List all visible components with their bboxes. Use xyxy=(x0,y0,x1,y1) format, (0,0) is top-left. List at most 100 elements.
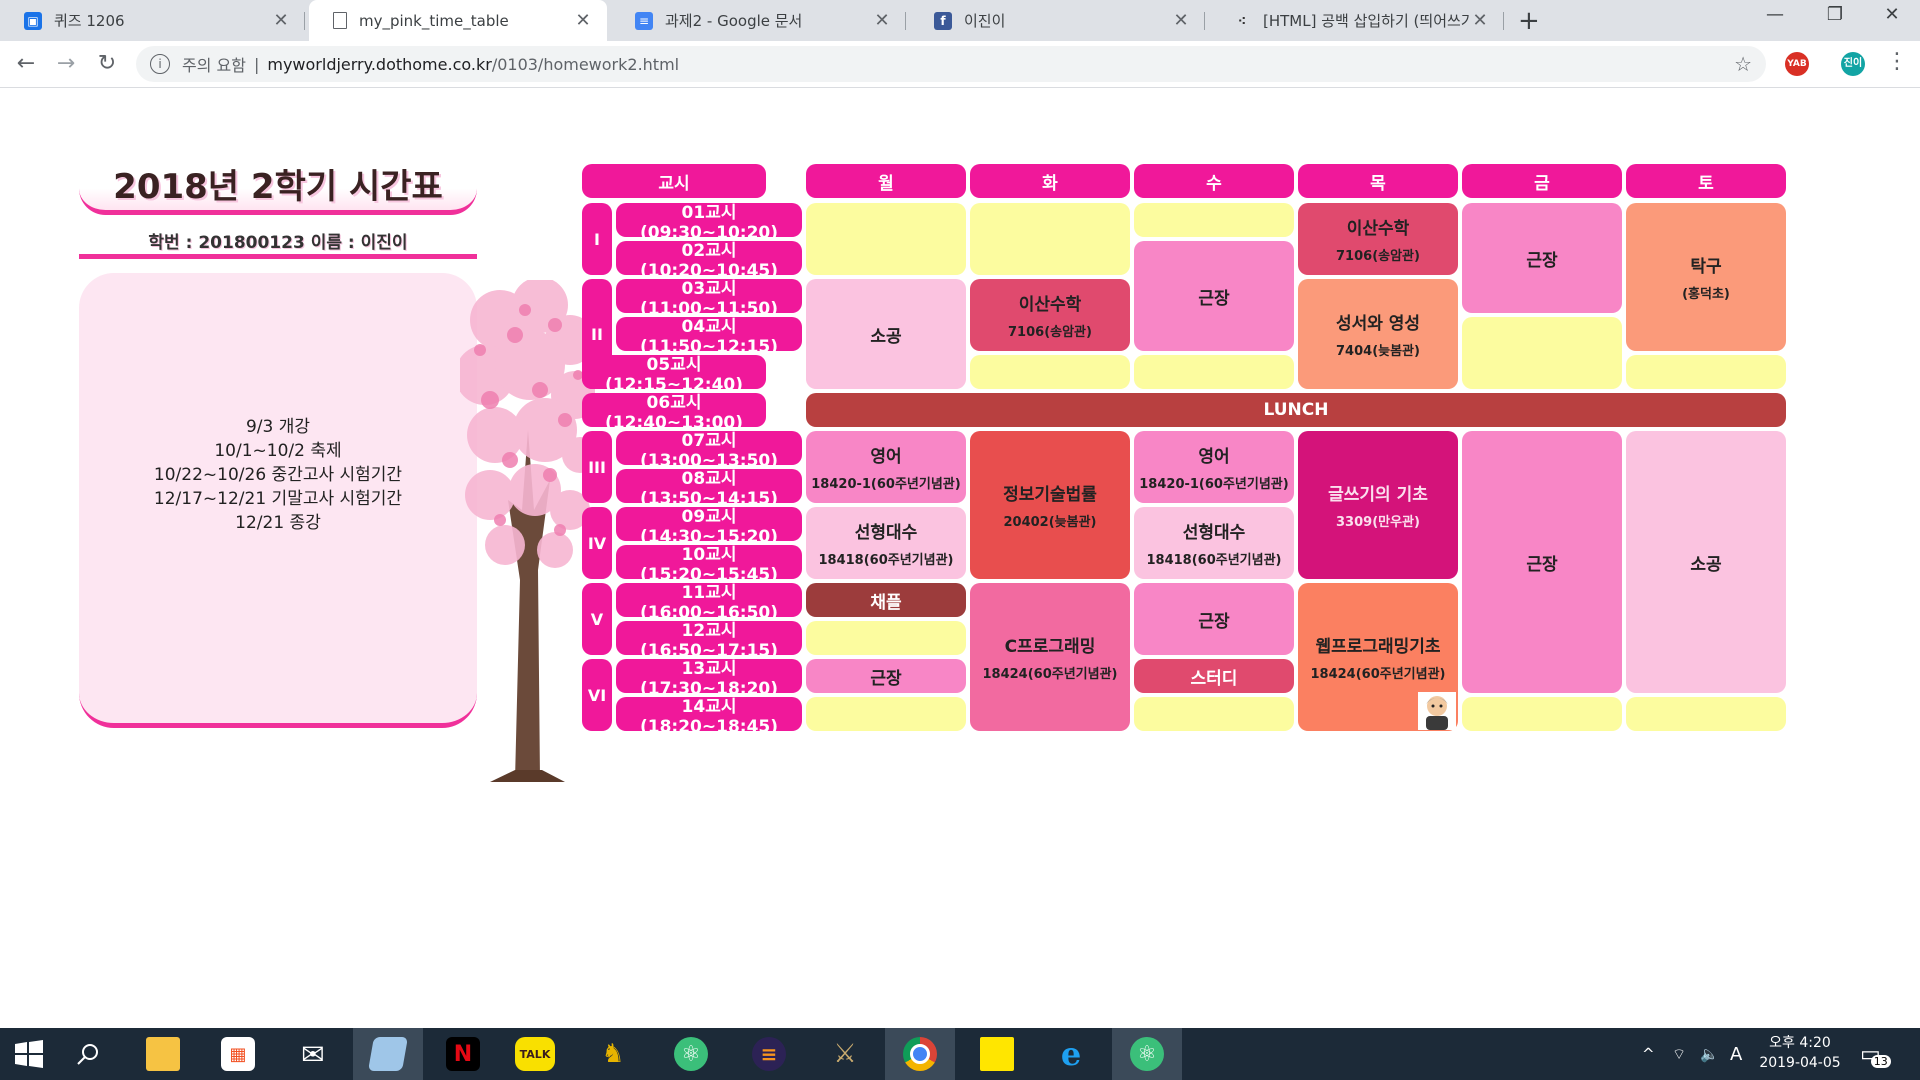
address-toolbar: ← → ↻ i 주의 요함 | myworldjerry.dothome.co.… xyxy=(0,41,1920,88)
tab-facebook[interactable]: f 이진이 ✕ xyxy=(910,0,1205,41)
class-mon-p3: 소공 xyxy=(806,279,966,389)
restore-icon[interactable]: ❐ xyxy=(1820,4,1850,25)
security-warning: 주의 요함 xyxy=(182,56,246,75)
taskbar-netflix[interactable]: N xyxy=(428,1028,498,1080)
taskbar-mail[interactable]: ✉ xyxy=(278,1028,348,1080)
classroom-icon: ▣ xyxy=(24,11,42,30)
info-icon[interactable]: i xyxy=(150,54,170,74)
tab-separator xyxy=(1204,12,1205,30)
period-label: 10교시(15:20~15:45) xyxy=(616,545,802,585)
taskbar-internet-explorer[interactable]: e xyxy=(1036,1028,1106,1080)
ie-icon: e xyxy=(1060,1035,1082,1073)
bookmark-star-icon[interactable]: ☆ xyxy=(1734,52,1752,76)
taskbar-atom-2[interactable]: ⚛ xyxy=(1112,1028,1182,1080)
taskbar-notepad[interactable] xyxy=(353,1028,423,1080)
eclipse-icon: ≡ xyxy=(752,1037,786,1071)
taskbar-game[interactable]: ♞ xyxy=(578,1028,648,1080)
address-bar[interactable]: i 주의 요함 | myworldjerry.dothome.co.kr/010… xyxy=(136,46,1766,82)
header-tue: 화 xyxy=(970,164,1130,198)
room-label: 3309(만우관) xyxy=(1336,515,1420,530)
period-label: 11교시(16:00~16:50) xyxy=(616,583,802,623)
class-sat-p1: 탁구 (홍덕초) xyxy=(1626,203,1786,351)
forward-icon[interactable]: → xyxy=(52,50,80,78)
game-icon: ♞ xyxy=(601,1039,625,1069)
minimize-icon[interactable]: — xyxy=(1760,4,1790,25)
sticky-notes-icon xyxy=(980,1037,1014,1071)
subject-name: 글쓰기의 기초 xyxy=(1328,485,1428,505)
taskbar-store[interactable]: ▦ xyxy=(203,1028,273,1080)
menu-icon[interactable]: ⋮ xyxy=(1886,49,1908,74)
notepad-icon xyxy=(368,1037,408,1071)
taskbar-sticky-notes[interactable] xyxy=(962,1028,1032,1080)
class-wed-p11: 근장 xyxy=(1134,583,1294,655)
student-info: 학번 : 201800123 이름 : 이진이 xyxy=(148,233,408,253)
room-label: 7404(늦봄관) xyxy=(1336,344,1420,359)
windows-taskbar: ▦ ✉ N TALK ♞ ⚛ ≡ ⚔ e ⚛ ^ ⌔ 🔈 A 오후 4:20 2… xyxy=(0,1028,1920,1080)
taskbar-file-explorer[interactable] xyxy=(128,1028,198,1080)
class-fri-p7: 근장 xyxy=(1462,431,1622,693)
clock-time: 오후 4:20 xyxy=(1769,1035,1831,1051)
header-wed: 수 xyxy=(1134,164,1294,198)
class-fri-p1: 근장 xyxy=(1462,203,1622,313)
profile-avatar[interactable]: 진이 xyxy=(1841,52,1865,76)
class-tue-p3: 이산수학 7106(송암관) xyxy=(970,279,1130,351)
taskbar-atom[interactable]: ⚛ xyxy=(656,1028,726,1080)
docs-icon: ≡ xyxy=(635,11,653,30)
close-tab-icon[interactable]: ✕ xyxy=(1171,10,1191,31)
network-icon[interactable]: ⌔ xyxy=(1672,1028,1686,1080)
room-label: 18418(60주년기념관) xyxy=(818,553,954,568)
new-tab-button[interactable]: + xyxy=(1518,6,1540,36)
period-label: 02교시(10:20~10:45) xyxy=(616,241,802,281)
close-tab-icon[interactable]: ✕ xyxy=(1470,10,1490,31)
taskbar-kakaotalk[interactable]: TALK xyxy=(500,1028,570,1080)
subject-name: C프로그래밍 xyxy=(1004,637,1096,657)
reload-icon[interactable]: ↻ xyxy=(93,50,121,78)
taskbar-league[interactable]: ⚔ xyxy=(810,1028,880,1080)
atom-icon: ⚛ xyxy=(674,1037,708,1071)
character-avatar-image xyxy=(1418,692,1456,730)
event-item: 12/17~12/21 기말고사 시험기간 xyxy=(153,489,403,509)
atom-icon: ⚛ xyxy=(1130,1037,1164,1071)
taskbar-clock[interactable]: 오후 4:20 2019-04-05 xyxy=(1752,1033,1848,1073)
mail-icon: ✉ xyxy=(301,1037,325,1071)
room-label: 20402(늦봄관) xyxy=(1003,515,1097,530)
yab-extension-icon[interactable]: YAB xyxy=(1785,52,1809,76)
empty-slot xyxy=(806,621,966,655)
room-label: (홍덕초) xyxy=(1682,287,1730,302)
subject-name: 영어 xyxy=(870,447,902,467)
notification-center-icon[interactable]: ▭ 13 xyxy=(1860,1028,1891,1080)
header-sat: 토 xyxy=(1626,164,1786,198)
tab-quiz[interactable]: ▣ 퀴즈 1206 ✕ xyxy=(0,0,305,41)
tray-overflow-icon[interactable]: ^ xyxy=(1642,1028,1655,1080)
class-wed-p13: 스터디 xyxy=(1134,659,1294,693)
class-tue-p11: C프로그래밍 18424(60주년기념관) xyxy=(970,583,1130,731)
tab-timetable[interactable]: my_pink_time_table ✕ xyxy=(309,0,607,41)
back-icon[interactable]: ← xyxy=(12,50,40,78)
search-button[interactable] xyxy=(58,1028,118,1080)
empty-slot xyxy=(806,203,966,275)
subject-name: 웹프로그래밍기초 xyxy=(1315,637,1441,657)
empty-slot xyxy=(970,355,1130,389)
windows-start-button[interactable] xyxy=(0,1028,58,1080)
taskbar-chrome[interactable] xyxy=(885,1028,955,1080)
block-label: VI xyxy=(582,659,612,731)
close-window-icon[interactable]: ✕ xyxy=(1877,4,1907,25)
taskbar-eclipse[interactable]: ≡ xyxy=(734,1028,804,1080)
empty-slot xyxy=(970,203,1130,275)
event-item: 10/22~10/26 중간고사 시험기간 xyxy=(153,465,403,485)
tab-separator xyxy=(905,12,906,30)
class-thu-p1: 이산수학 7106(송암관) xyxy=(1298,203,1458,275)
block-label: V xyxy=(582,583,612,655)
close-tab-icon[interactable]: ✕ xyxy=(271,10,291,31)
close-tab-icon[interactable]: ✕ xyxy=(573,10,593,31)
cherry-blossom-tree-image xyxy=(460,280,595,782)
volume-icon[interactable]: 🔈 xyxy=(1700,1028,1719,1080)
ime-indicator[interactable]: A xyxy=(1730,1028,1742,1080)
subject-name: 이산수학 xyxy=(1018,295,1082,315)
page-icon xyxy=(333,12,347,29)
tab-google-docs[interactable]: ≡ 과제2 - Google 문서 ✕ xyxy=(611,0,906,41)
tab-title: my_pink_time_table xyxy=(359,11,509,30)
tab-html-blank[interactable]: ⁖ [HTML] 공백 삽입하기 (띄어쓰기 ✕ xyxy=(1209,0,1504,41)
class-sat-p7: 소공 xyxy=(1626,431,1786,693)
close-tab-icon[interactable]: ✕ xyxy=(872,10,892,31)
